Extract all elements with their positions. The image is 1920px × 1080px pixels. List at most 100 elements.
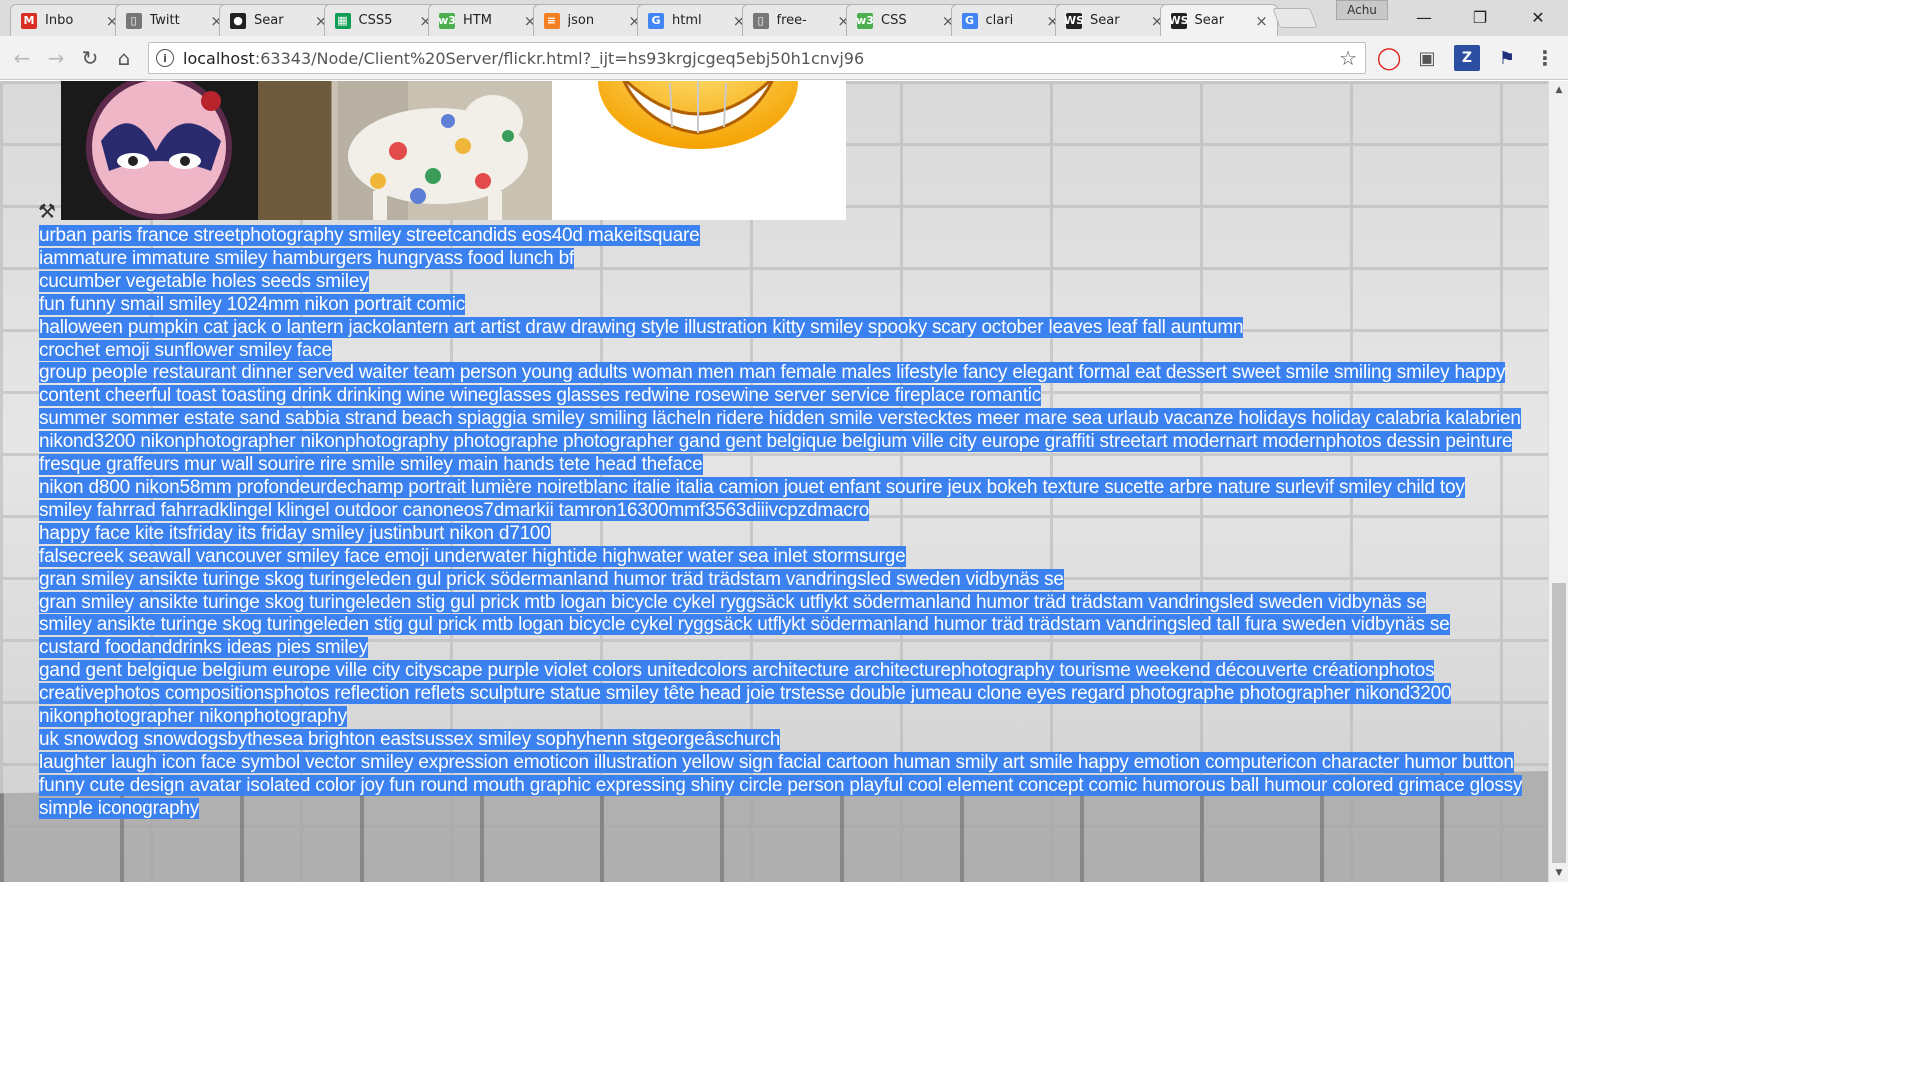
tab-title: html <box>672 13 702 28</box>
menu-kebab-icon[interactable]: ⋮ <box>1532 45 1558 71</box>
tab-1[interactable]: ▯ Twitt × <box>114 4 233 36</box>
caption-text: uk snowdog snowdogsbythesea brighton eas… <box>39 728 781 750</box>
caption-line: iammature immature smiley hamburgers hun… <box>39 247 1529 271</box>
bookmark-star-icon[interactable]: ☆ <box>1339 46 1357 70</box>
tab-8[interactable]: w3 CSS × <box>846 4 964 36</box>
caption-line: custard foodanddrinks ideas pies smiley <box>39 637 1529 660</box>
w3schools-icon: w3 <box>438 12 456 29</box>
github-icon: ● <box>230 12 246 29</box>
google-icon: G <box>648 12 664 29</box>
google-icon: G <box>961 12 978 29</box>
tab-title: HTM <box>463 13 492 28</box>
cast-icon[interactable]: ▣ <box>1414 45 1440 71</box>
scroll-up-arrow-icon[interactable]: ▲ <box>1549 81 1569 99</box>
page-viewport: ⚒ urban paris france streetphotography s… <box>0 81 1548 882</box>
webstorm-icon: WS <box>1063 12 1085 29</box>
reload-icon[interactable]: ↻ <box>76 44 104 72</box>
tab-title: clari <box>985 13 1014 28</box>
webstorm-icon: WS <box>1168 12 1189 29</box>
caption-text: gand gent belgique belgium europe ville … <box>39 660 1452 728</box>
tab-6[interactable]: Ghtml × <box>637 4 755 36</box>
restore-icon[interactable]: ❐ <box>1452 0 1508 34</box>
address-bar[interactable]: i localhost:63343/Node/Client%20Server/f… <box>148 42 1366 74</box>
tab-title: Inbo <box>45 13 74 28</box>
caption-text: summer sommer estate sand sabbia strand … <box>39 408 1521 430</box>
caption-line: summer sommer estate sand sabbia strand … <box>39 408 1529 431</box>
tab-11[interactable]: WS Sear × <box>1159 4 1278 36</box>
gmail-icon: M <box>21 12 37 29</box>
caption-line: group people restaurant dinner served wa… <box>39 362 1529 408</box>
forward-icon[interactable]: → <box>42 44 70 72</box>
scroll-down-arrow-icon[interactable]: ▼ <box>1549 864 1569 882</box>
caption-text: gran smiley ansikte turinge skog turinge… <box>39 568 1064 590</box>
caption-text: laughter laugh icon face symbol vector s… <box>39 751 1523 819</box>
page-scrollbar[interactable]: ▲ ▼ <box>1548 81 1568 882</box>
tab-title: json <box>567 13 595 28</box>
home-icon[interactable]: ⌂ <box>110 44 138 72</box>
tab-title: Sear <box>1194 13 1225 28</box>
tab-title: CSS5 <box>358 13 393 28</box>
profile-button[interactable]: Achu <box>1336 0 1388 20</box>
back-icon[interactable]: ← <box>8 44 36 72</box>
caption-line: nikon d800 nikon58mm profondeurdechamp p… <box>39 476 1529 500</box>
tab-title: Sear <box>254 13 284 28</box>
site-info-icon[interactable]: i <box>156 49 174 67</box>
caption-text: falsecreek seawall vancouver smiley face… <box>39 545 906 567</box>
tab-title: Sear <box>1090 13 1120 28</box>
caption-text: cucumber vegetable holes seeds smiley <box>39 270 369 292</box>
caption-line: smiley ansikte turinge skog turingeleden… <box>39 614 1529 637</box>
photo-thumbnail-grinning-emoji[interactable] <box>552 81 846 220</box>
caption-text: smiley ansikte turinge skog turingeleden… <box>39 614 1450 636</box>
tab-3[interactable]: ▦ CSS5 × <box>323 4 442 36</box>
caption-text: fun funny smail smiley 1024mm nikon port… <box>39 293 466 315</box>
caption-text: halloween pumpkin cat jack o lantern jac… <box>39 316 1244 338</box>
tab-title: free- <box>776 13 807 28</box>
caption-text: happy face kite itsfriday its friday smi… <box>39 522 551 544</box>
caption-line: happy face kite itsfriday its friday smi… <box>39 522 1529 546</box>
tab-10[interactable]: WS Sear × <box>1055 4 1173 36</box>
caption-line: laughter laugh icon face symbol vector s… <box>39 751 1529 821</box>
browser-toolbar: ← → ↻ ⌂ i localhost:63343/Node/Client%20… <box>0 36 1568 80</box>
tools-icon[interactable]: ⚒ <box>38 199 56 223</box>
photo-thumbnail-painted-face[interactable] <box>61 81 258 220</box>
tab-5[interactable]: ≡ json × <box>532 4 651 36</box>
tab-9[interactable]: Gclari × <box>950 4 1069 36</box>
new-tab-button[interactable] <box>1272 8 1318 28</box>
tab-4[interactable]: w3 HTM × <box>428 4 546 36</box>
zotero-extension-icon[interactable]: Z <box>1454 45 1480 71</box>
tab-0[interactable]: M Inbo × <box>10 4 128 36</box>
close-tab-icon[interactable]: × <box>1255 12 1269 30</box>
close-window-icon[interactable]: ✕ <box>1510 0 1566 34</box>
caption-line: falsecreek seawall vancouver smiley face… <box>39 545 1529 569</box>
photo-caption-list: urban paris france streetphotography smi… <box>39 225 1529 821</box>
caption-text: group people restaurant dinner served wa… <box>39 362 1506 407</box>
scrollbar-thumb[interactable] <box>1552 583 1566 863</box>
tab-7[interactable]: ▯ free- × <box>741 4 860 36</box>
caption-line: smiley fahrrad fahrradklingel klingel ou… <box>39 499 1529 523</box>
minimize-icon[interactable]: — <box>1396 0 1452 34</box>
url-text[interactable]: localhost:63343/Node/Client%20Server/fli… <box>183 49 864 68</box>
tab-strip: M Inbo × ▯ Twitt × ● Sear × ▦ CSS5 × w3 HTM × ≡ json × Ght… <box>0 0 1568 36</box>
caption-line: halloween pumpkin cat jack o lantern jac… <box>39 316 1529 340</box>
caption-line: cucumber vegetable holes seeds smiley <box>39 270 1529 294</box>
caption-text: iammature immature smiley hamburgers hun… <box>39 247 575 269</box>
sheets-icon: ▦ <box>334 12 351 29</box>
caption-line: uk snowdog snowdogsbythesea brighton eas… <box>39 728 1529 752</box>
opera-extension-icon[interactable]: ◯ <box>1376 45 1402 71</box>
document-icon: ▯ <box>125 12 142 29</box>
tab-2[interactable]: ● Sear × <box>219 4 337 36</box>
caption-line: nikond3200 nikonphotographer nikonphotog… <box>39 431 1529 477</box>
flag-extension-icon[interactable]: ⚑ <box>1494 45 1520 71</box>
caption-line: gand gent belgique belgium europe ville … <box>39 660 1529 729</box>
caption-line: fun funny smail smiley 1024mm nikon port… <box>39 293 1529 317</box>
caption-line: gran smiley ansikte turinge skog turinge… <box>39 591 1529 615</box>
caption-line: urban paris france streetphotography smi… <box>39 225 1529 248</box>
stackoverflow-icon: ≡ <box>543 12 560 29</box>
caption-text: nikond3200 nikonphotographer nikonphotog… <box>39 431 1513 476</box>
caption-text: crochet emoji sunflower smiley face <box>39 339 332 361</box>
url-host: localhost <box>183 48 255 68</box>
tab-title: CSS <box>881 13 907 28</box>
caption-line: crochet emoji sunflower smiley face <box>39 339 1529 363</box>
document-icon: ▯ <box>752 12 769 29</box>
photo-thumbnail-spotted-dog-statue[interactable] <box>258 81 552 220</box>
